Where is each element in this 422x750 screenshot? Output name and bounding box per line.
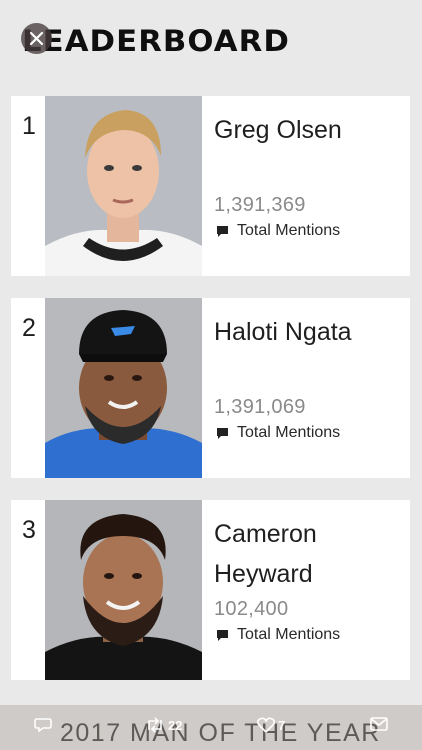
- like-count: 7: [278, 717, 286, 733]
- retweet-icon: [148, 717, 162, 733]
- mentions-label-row: Total Mentions: [216, 424, 340, 442]
- reply-button[interactable]: [34, 717, 52, 733]
- close-icon: [29, 31, 44, 46]
- player-photo: [45, 96, 202, 276]
- retweet-button[interactable]: 22: [145, 717, 182, 733]
- leaderboard-card[interactable]: 2 Haloti Ngata 1,391,069 Total Mentions: [11, 298, 410, 478]
- comment-icon: [217, 629, 228, 641]
- player-photo: [45, 298, 202, 478]
- mail-icon: [370, 717, 388, 731]
- mentions-label-row: Total Mentions: [216, 222, 340, 240]
- player-photo: [45, 500, 202, 680]
- banner-text: 2017 MAN OF THE YEAR: [60, 719, 381, 747]
- mentions-label: Total Mentions: [237, 626, 341, 643]
- rank-number: 3: [22, 516, 36, 544]
- leaderboard-card[interactable]: 1 Greg Olsen 1,391,369 Total Mentions: [11, 96, 410, 276]
- share-dm-button[interactable]: [370, 717, 388, 731]
- retweet-count: 22: [168, 717, 183, 733]
- heart-icon: [257, 717, 275, 733]
- header: LEADERBOARD: [0, 0, 422, 90]
- like-button[interactable]: 7: [257, 717, 285, 733]
- rank-number: 1: [22, 112, 36, 140]
- leaderboard-card[interactable]: 3 Cameron Heyward 102,400 Total Mentions: [11, 500, 410, 680]
- comment-icon: [217, 427, 228, 439]
- rank-number: 2: [22, 314, 36, 342]
- mentions-label-row: Total Mentions: [216, 626, 340, 644]
- mention-count: 1,391,069: [214, 396, 306, 418]
- mention-count: 1,391,369: [214, 194, 306, 216]
- page-title: LEADERBOARD: [22, 24, 290, 58]
- mentions-label: Total Mentions: [237, 222, 341, 239]
- player-name: Cameron Heyward: [214, 520, 317, 588]
- mention-count: 102,400: [214, 598, 289, 620]
- close-button[interactable]: [21, 23, 52, 54]
- reply-icon: [34, 718, 52, 733]
- player-name: Greg Olsen: [214, 116, 342, 144]
- tweet-action-bar: 2017 MAN OF THE YEAR 22 7: [0, 705, 422, 750]
- comment-icon: [217, 225, 228, 237]
- mentions-label: Total Mentions: [237, 424, 341, 441]
- player-name: Haloti Ngata: [214, 318, 352, 346]
